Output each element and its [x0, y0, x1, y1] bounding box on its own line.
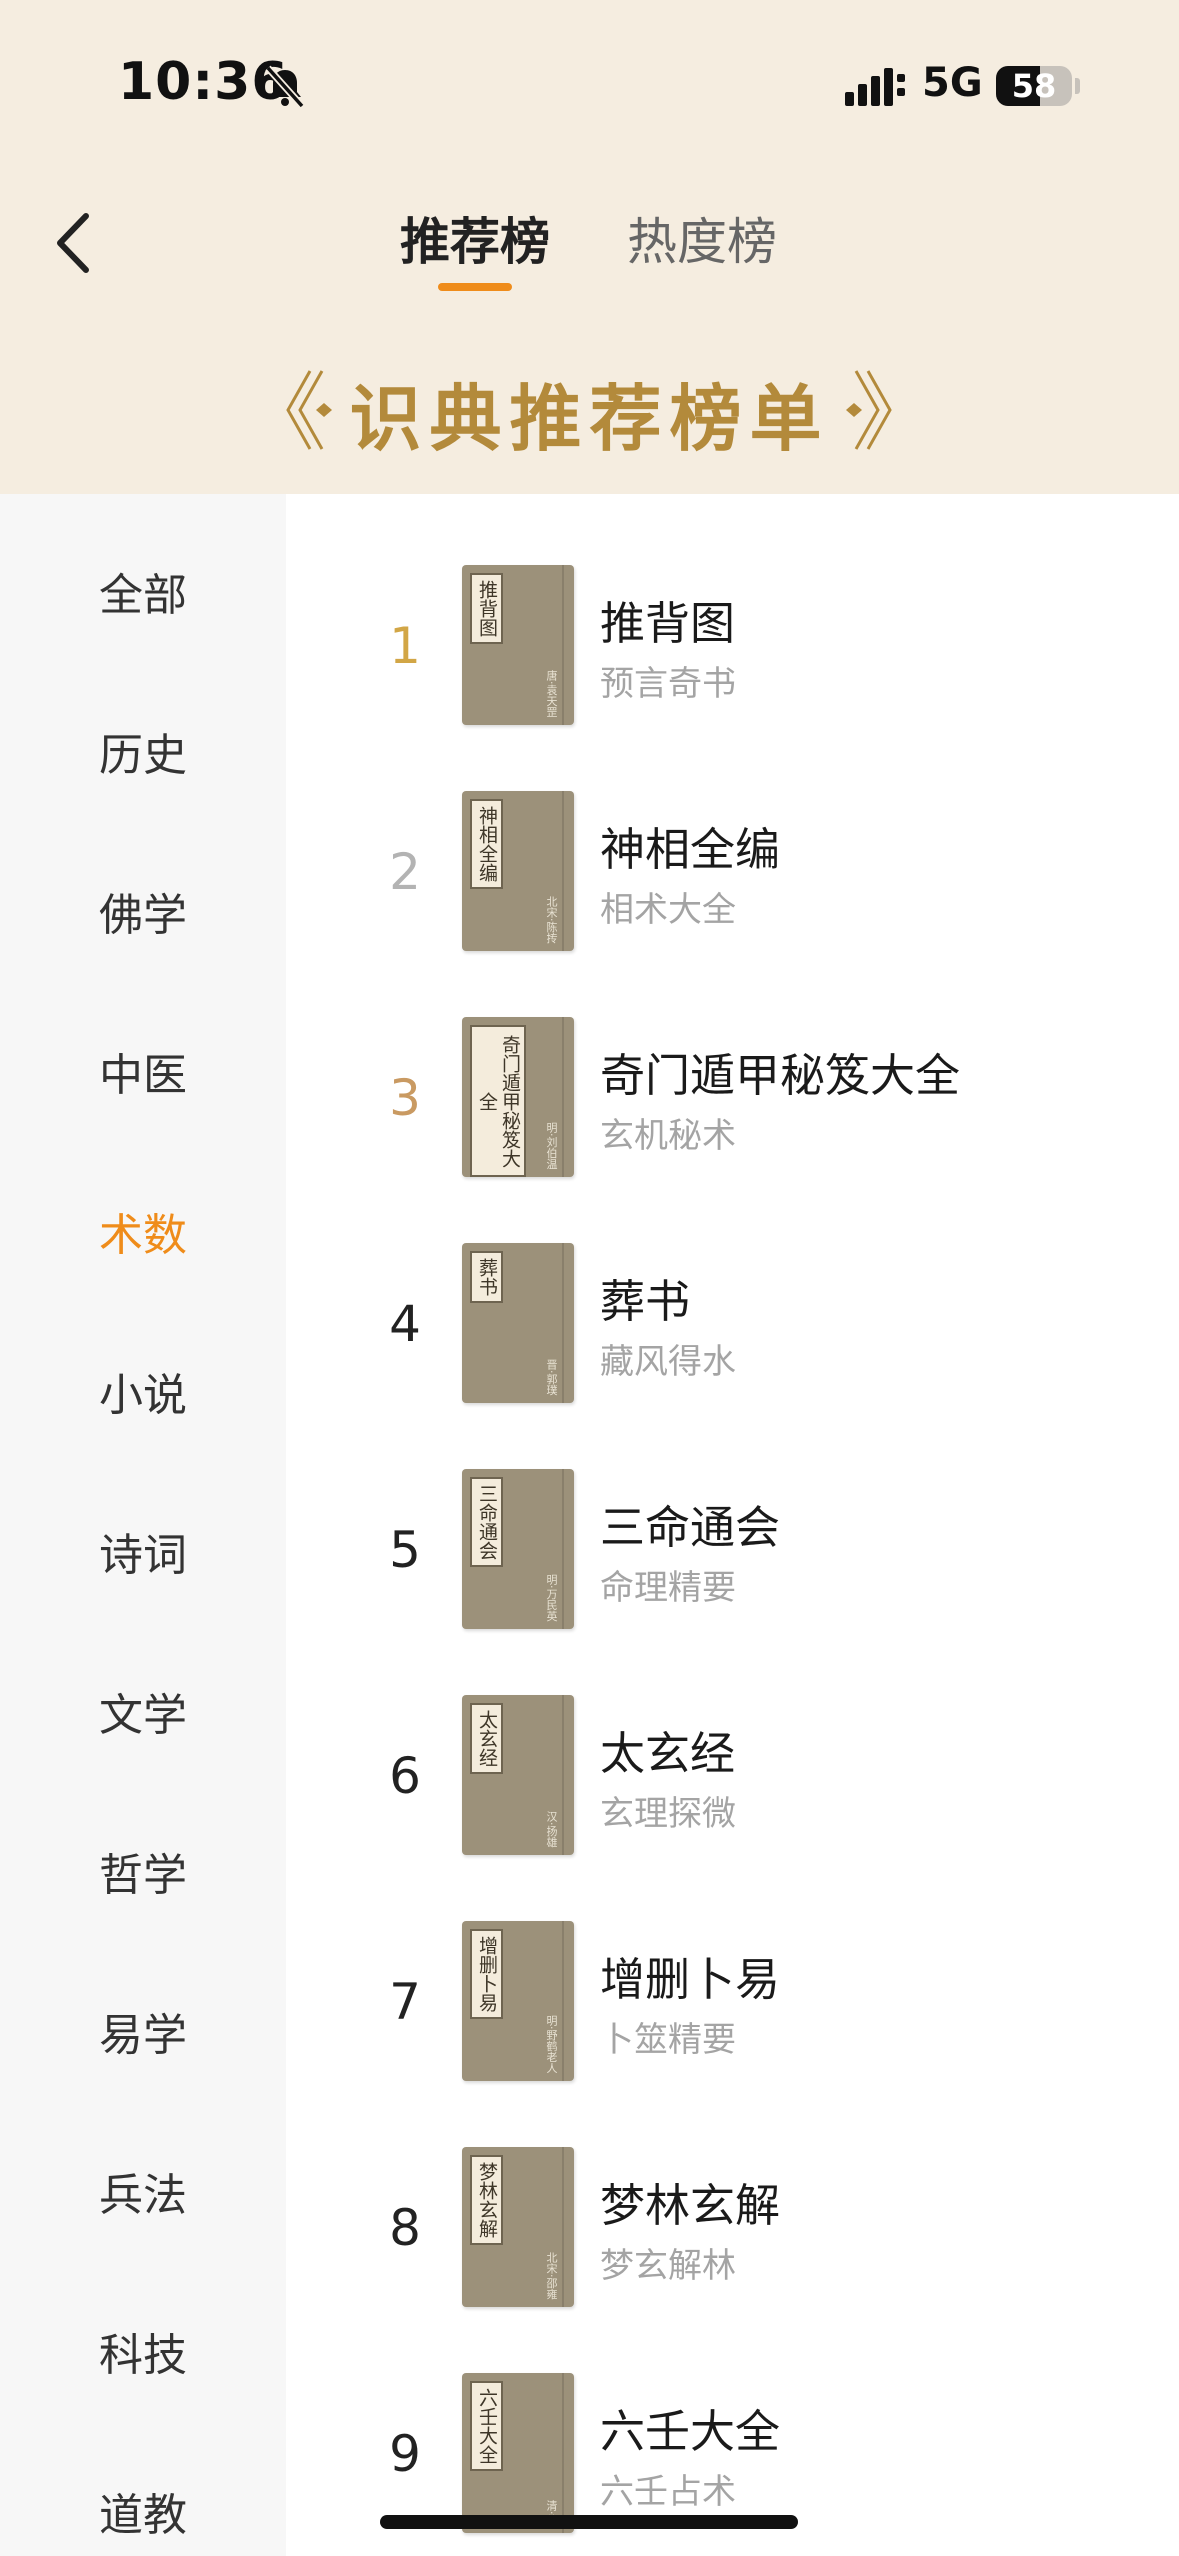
- cover-author: 汉·扬雄: [545, 1810, 558, 1848]
- book-subtitle: 藏风得水: [600, 1342, 736, 1382]
- book-title: 六壬大全: [600, 2405, 781, 2458]
- rank-number: 7: [389, 1973, 421, 2031]
- cover-author: 明·万民英: [545, 1573, 558, 1622]
- cover-label: 三命通会: [470, 1477, 503, 1567]
- book-subtitle: 相术大全: [600, 890, 736, 930]
- book-subtitle: 玄机秘术: [600, 1116, 736, 1156]
- category-tcm[interactable]: 中医: [0, 1036, 286, 1116]
- book-cover: 葬书 晋·郭璞: [462, 1243, 574, 1403]
- category-sidebar: 全部 历史 佛学 中医 术数 小说 诗词 文学 哲学 易学 兵法 科技 道教: [0, 494, 286, 2556]
- tab-recommend[interactable]: 推荐榜: [400, 212, 550, 272]
- category-all[interactable]: 全部: [0, 556, 286, 636]
- cover-spine: [562, 565, 564, 725]
- cover-label: 增删卜易: [470, 1929, 503, 2019]
- book-subtitle: 玄理探微: [600, 1794, 736, 1834]
- rank-number: 9: [389, 2425, 421, 2483]
- book-cover: 六壬大全 清·佚: [462, 2373, 574, 2533]
- book-subtitle: 六壬占术: [600, 2472, 736, 2512]
- battery-icon: 58: [996, 66, 1072, 106]
- cover-author: 明·刘伯温: [545, 1121, 558, 1170]
- cover-author: 北宋·陈抟: [545, 895, 558, 944]
- rank-number: 6: [389, 1747, 421, 1805]
- rank-number: 2: [389, 843, 421, 901]
- cover-spine: [562, 1469, 564, 1629]
- category-technology[interactable]: 科技: [0, 2316, 286, 2396]
- book-cover: 神相全编 北宋·陈抟: [462, 791, 574, 951]
- network-label: 5G: [922, 60, 983, 106]
- cover-spine: [562, 1243, 564, 1403]
- cover-spine: [562, 791, 564, 951]
- active-tab-indicator: [438, 283, 512, 291]
- cover-spine: [562, 2147, 564, 2307]
- cover-author: 明·野鹤老人: [545, 2014, 558, 2074]
- category-divination[interactable]: 术数: [0, 1196, 286, 1276]
- book-subtitle: 预言奇书: [600, 664, 736, 704]
- battery-level: 58: [1011, 67, 1057, 105]
- cover-label: 太玄经: [470, 1703, 503, 1774]
- book-title: 推背图: [600, 597, 736, 650]
- cover-spine: [562, 1695, 564, 1855]
- book-cover: 增删卜易 明·野鹤老人: [462, 1921, 574, 2081]
- book-title: 太玄经: [600, 1727, 736, 1780]
- category-history[interactable]: 历史: [0, 716, 286, 796]
- cover-author: 北宋·邵雍: [545, 2251, 558, 2300]
- book-cover: 推背图 唐·袁天罡: [462, 565, 574, 725]
- bell-muted-icon: [265, 65, 305, 109]
- book-subtitle: 梦玄解林: [600, 2246, 736, 2286]
- cover-label: 神相全编: [470, 799, 503, 889]
- rank-number: 4: [389, 1295, 421, 1353]
- cover-spine: [562, 1921, 564, 2081]
- cover-author: 晋·郭璞: [545, 1358, 558, 1396]
- banner-right-ornament: [846, 370, 892, 450]
- banner-title: 识典推荐榜单: [349, 376, 830, 461]
- cover-label: 奇门遁甲秘笈大全: [470, 1025, 526, 1177]
- cover-label: 六壬大全: [470, 2381, 503, 2471]
- category-taoism[interactable]: 道教: [0, 2476, 286, 2556]
- category-literature[interactable]: 文学: [0, 1676, 286, 1756]
- book-title: 奇门遁甲秘笈大全: [600, 1049, 961, 1102]
- book-cover: 梦林玄解 北宋·邵雍: [462, 2147, 574, 2307]
- battery-tip: [1075, 78, 1080, 94]
- category-yi-studies[interactable]: 易学: [0, 1996, 286, 2076]
- book-cover: 太玄经 汉·扬雄: [462, 1695, 574, 1855]
- tab-popularity[interactable]: 热度榜: [627, 212, 777, 272]
- category-novel[interactable]: 小说: [0, 1356, 286, 1436]
- rank-number: 8: [389, 2199, 421, 2257]
- rank-number: 5: [389, 1521, 421, 1579]
- book-subtitle: 命理精要: [600, 1568, 736, 1608]
- cover-author: 唐·袁天罡: [545, 669, 558, 718]
- book-title: 葬书: [600, 1275, 691, 1328]
- home-indicator: [380, 2515, 798, 2529]
- book-cover: 奇门遁甲秘笈大全 明·刘伯温: [462, 1017, 574, 1177]
- cover-spine: [562, 2373, 564, 2533]
- cover-label: 葬书: [470, 1251, 503, 1303]
- book-subtitle: 卜筮精要: [600, 2020, 736, 2060]
- cover-spine: [562, 1017, 564, 1177]
- book-title: 三命通会: [600, 1501, 781, 1554]
- rank-number: 3: [389, 1069, 421, 1127]
- book-title: 增删卜易: [600, 1953, 781, 2006]
- category-buddhism[interactable]: 佛学: [0, 876, 286, 956]
- category-military[interactable]: 兵法: [0, 2156, 286, 2236]
- category-poetry[interactable]: 诗词: [0, 1516, 286, 1596]
- category-philosophy[interactable]: 哲学: [0, 1836, 286, 1916]
- book-cover: 三命通会 明·万民英: [462, 1469, 574, 1629]
- cover-label: 推背图: [470, 573, 503, 644]
- book-title: 梦林玄解: [600, 2179, 781, 2232]
- rank-number: 1: [389, 617, 421, 675]
- signal-icon: [845, 68, 905, 106]
- book-title: 神相全编: [600, 823, 781, 876]
- chevron-left-icon[interactable]: [48, 208, 100, 278]
- cover-label: 梦林玄解: [470, 2155, 503, 2245]
